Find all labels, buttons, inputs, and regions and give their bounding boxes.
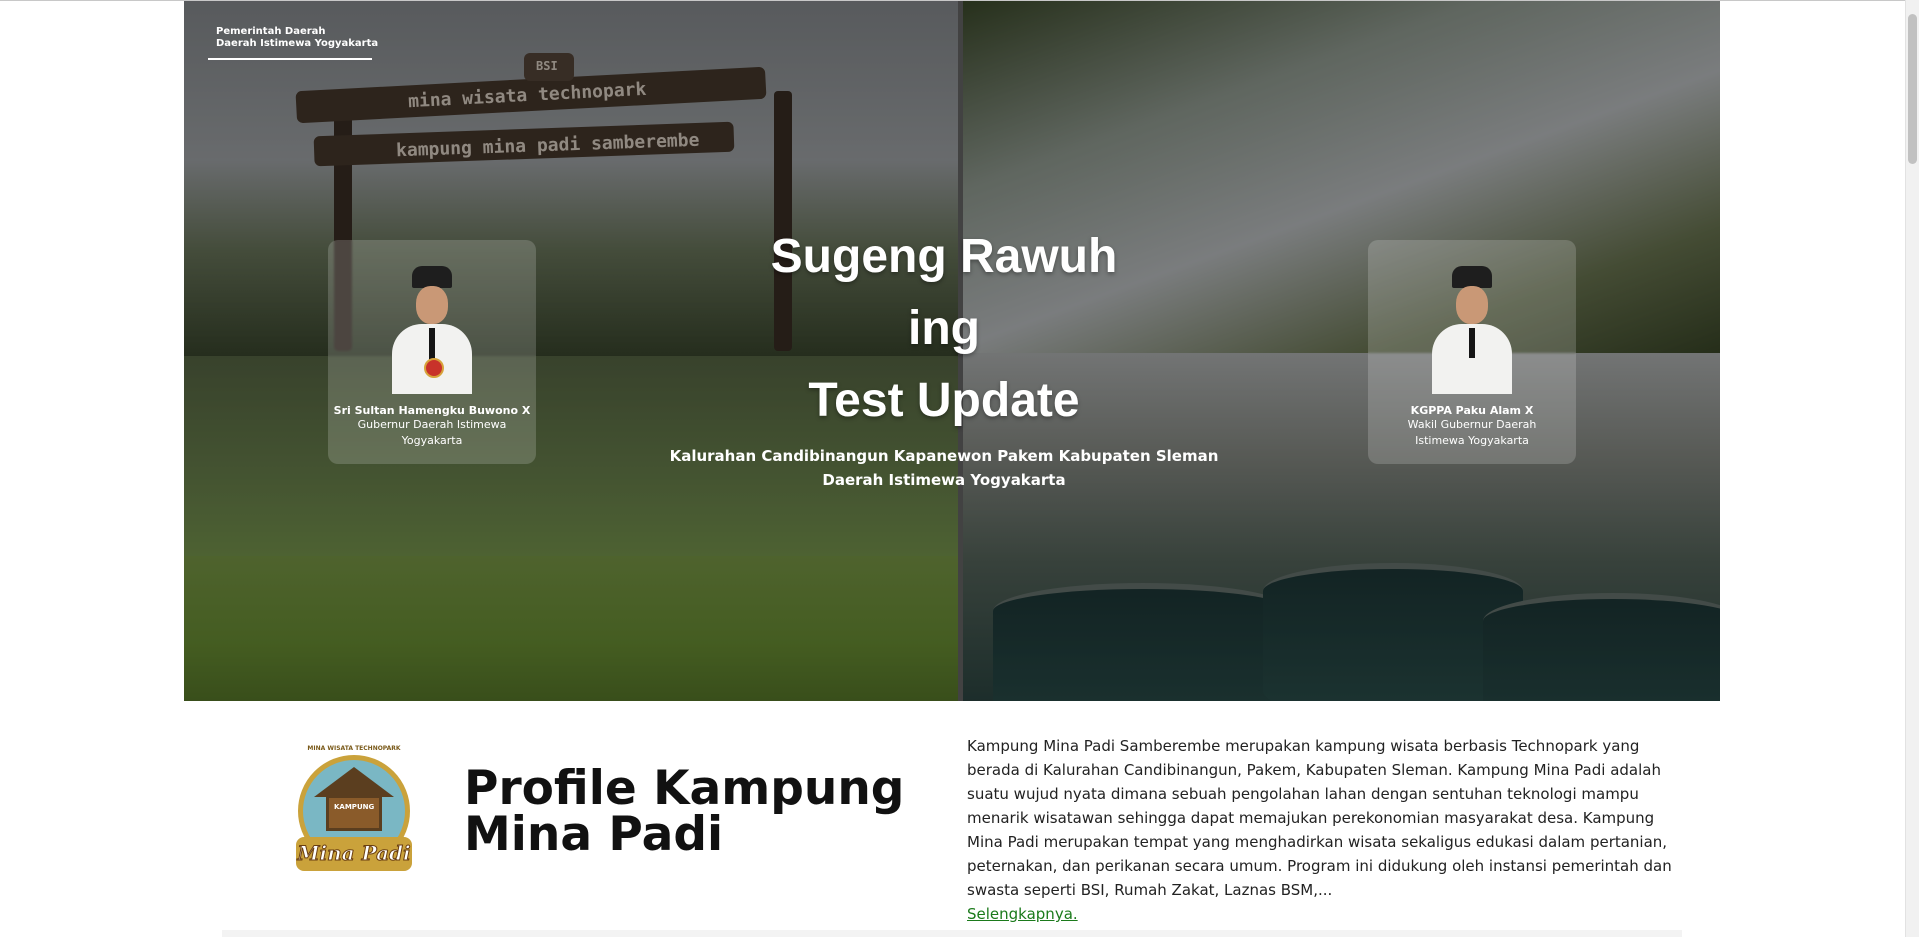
logo-wordmark: Mina Padi xyxy=(297,841,411,866)
hero-title-line: Test Update xyxy=(808,374,1080,427)
leader-name: Sri Sultan Hamengku Buwono X xyxy=(333,404,531,417)
leader-name: KGPPA Paku Alam X xyxy=(1410,404,1534,417)
scrollbar-thumb[interactable] xyxy=(1908,14,1917,164)
leader-role: Wakil Gubernur Daerah Istimewa Yogyakart… xyxy=(1407,418,1537,447)
hero-title-line: Sugeng Rawuh xyxy=(770,230,1118,283)
logo-tag-text: KAMPUNG xyxy=(334,803,375,811)
mina-padi-logo: MINA WISATA TECHNOPARK KAMPUNG Mina Padi xyxy=(292,745,416,885)
profile-description: Kampung Mina Padi Samberembe merupakan k… xyxy=(967,734,1687,926)
gov-name-line2: Daerah Istimewa Yogyakarta xyxy=(216,38,379,49)
profile-title: Profile Kampung Mina Padi xyxy=(464,761,934,862)
hero-subtitle-line: Daerah Istimewa Yogyakarta xyxy=(822,471,1066,489)
next-section-edge xyxy=(222,930,1682,937)
profile-title-line: Profile Kampung xyxy=(464,761,905,816)
hero-banner: mina wisata technopark kampung mina padi… xyxy=(184,1,1720,701)
gov-name-line1: Pemerintah Daerah xyxy=(216,26,326,37)
hero-title: Sugeng Rawuh ing Test Update xyxy=(724,221,1164,437)
logo-top-text: MINA WISATA TECHNOPARK xyxy=(307,745,401,752)
leader-card-vice-governor: KGPPA Paku Alam X Wakil Gubernur Daerah … xyxy=(1368,240,1576,464)
gov-brand[interactable]: Pemerintah Daerah Daerah Istimewa Yogyak… xyxy=(208,25,378,60)
read-more-link[interactable]: Selengkapnya. xyxy=(967,905,1078,923)
profile-title-line: Mina Padi xyxy=(464,807,724,862)
page-scrollbar[interactable] xyxy=(1905,0,1919,937)
profile-description-text: Kampung Mina Padi Samberembe merupakan k… xyxy=(967,737,1672,899)
hero-subtitle: Kalurahan Candibinangun Kapanewon Pakem … xyxy=(664,444,1224,492)
avatar xyxy=(1432,266,1512,394)
hero-subtitle-line: Kalurahan Candibinangun Kapanewon Pakem … xyxy=(669,447,1219,465)
leader-card-governor: Sri Sultan Hamengku Buwono X Gubernur Da… xyxy=(328,240,536,464)
hero-title-line: ing xyxy=(908,302,980,355)
avatar xyxy=(392,266,472,394)
leader-role: Gubernur Daerah Istimewa Yogyakarta xyxy=(357,418,507,447)
